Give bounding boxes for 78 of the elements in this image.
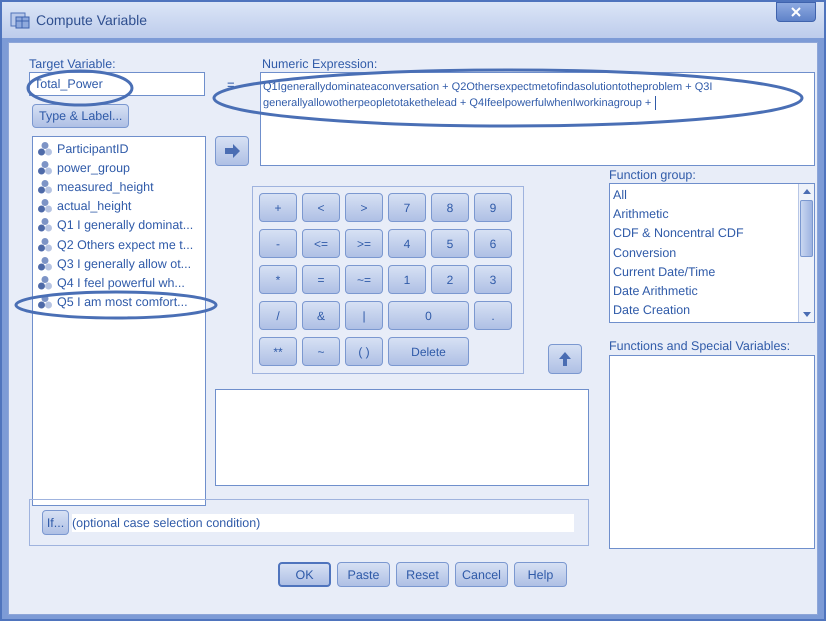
variable-icon xyxy=(37,198,53,214)
keypad-key[interactable]: ( ) xyxy=(345,337,383,366)
equals-sign: = xyxy=(226,76,236,92)
function-group-item[interactable]: CDF & Noncentral CDF xyxy=(613,224,795,244)
variable-item[interactable]: measured_height xyxy=(37,177,201,197)
variable-icon xyxy=(37,274,53,291)
keypad-key[interactable]: 7 xyxy=(388,193,426,222)
variable-item[interactable]: power_group xyxy=(37,158,201,178)
function-group-item[interactable]: Conversion xyxy=(613,244,795,263)
app-icon xyxy=(10,11,30,29)
function-group-item[interactable]: Date Arithmetic xyxy=(613,282,795,302)
target-variable-field[interactable]: Total_Power xyxy=(29,72,205,96)
keypad-key[interactable]: - xyxy=(259,229,297,258)
keypad-key[interactable]: 5 xyxy=(431,229,469,258)
variable-item[interactable]: actual_height xyxy=(37,196,201,216)
keypad-key[interactable]: 6 xyxy=(474,229,512,258)
keypad-key[interactable]: = xyxy=(302,265,340,294)
scroll-down-icon xyxy=(802,312,810,318)
function-group-label: Function group: xyxy=(609,168,697,182)
keypad-key[interactable]: ** xyxy=(259,337,297,366)
if-button[interactable]: If... xyxy=(42,510,69,535)
variable-item[interactable]: Q1 I generally dominat... xyxy=(37,216,201,235)
dialog-button[interactable]: Help xyxy=(514,562,567,587)
keypad-key[interactable]: | xyxy=(345,301,383,330)
keypad-key[interactable]: * xyxy=(259,265,297,294)
function-group-item[interactable]: Date Creation xyxy=(613,301,795,320)
variable-item[interactable]: ParticipantID xyxy=(37,139,201,158)
keypad-key[interactable]: <= xyxy=(302,229,340,258)
target-variable-label: Target Variable: xyxy=(29,57,117,72)
move-right-button[interactable] xyxy=(215,136,249,166)
variable-icon xyxy=(37,256,53,272)
keypad-key[interactable]: + xyxy=(259,193,297,222)
close-button[interactable] xyxy=(776,2,816,22)
variable-item[interactable]: Q4 I feel powerful wh... xyxy=(37,273,201,292)
keypad-key[interactable]: ~ xyxy=(302,337,340,366)
variable-item[interactable]: Q5 I am most comfort... xyxy=(37,292,201,312)
dialog-button[interactable]: Paste xyxy=(337,562,390,587)
keypad-key[interactable]: & xyxy=(302,301,340,330)
function-group-item[interactable]: Arithmetic xyxy=(613,205,795,224)
type-label-button[interactable]: Type & Label... xyxy=(32,104,130,128)
up-arrow-icon xyxy=(558,351,572,367)
case-selection-condition: (optional case selection condition) xyxy=(72,514,574,532)
variable-item[interactable]: Q2 Others expect me t... xyxy=(37,234,201,254)
dialog-button[interactable]: Cancel xyxy=(455,562,508,587)
keypad-key[interactable]: >= xyxy=(345,229,383,258)
scroll-up-icon xyxy=(802,189,810,194)
keypad-key[interactable]: 0 xyxy=(388,301,469,330)
right-arrow-icon xyxy=(224,144,240,158)
keypad-key[interactable]: 3 xyxy=(474,265,512,294)
function-group-item[interactable]: Current Date/Time xyxy=(613,262,795,282)
move-up-button[interactable] xyxy=(548,344,582,374)
numeric-expression-label: Numeric Expression: xyxy=(262,57,378,72)
variable-icon xyxy=(37,178,53,195)
function-group-item[interactable]: All xyxy=(613,186,795,206)
keypad-key[interactable]: 8 xyxy=(431,193,469,222)
variable-icon xyxy=(37,236,53,253)
keypad-key[interactable]: < xyxy=(302,193,340,222)
keypad-key[interactable]: > xyxy=(345,193,383,222)
dialog-button[interactable]: Reset xyxy=(396,562,449,587)
keypad-key[interactable]: 1 xyxy=(388,265,426,294)
dialog-button[interactable]: OK xyxy=(278,562,331,587)
variable-icon xyxy=(37,294,53,310)
close-icon xyxy=(791,7,801,17)
keypad-key[interactable]: Delete xyxy=(388,337,469,366)
keypad-key[interactable]: / xyxy=(259,301,297,330)
variable-item[interactable]: Q3 I generally allow ot... xyxy=(37,254,201,274)
keypad-key[interactable]: . xyxy=(474,301,512,330)
keypad-key[interactable]: 9 xyxy=(474,193,512,222)
variable-icon xyxy=(37,160,53,176)
keypad-key[interactable]: 4 xyxy=(388,229,426,258)
keypad-key[interactable]: ~= xyxy=(345,265,383,294)
variable-icon xyxy=(37,140,53,157)
functions-label: Functions and Special Variables: xyxy=(609,339,792,354)
keypad-key[interactable]: 2 xyxy=(431,265,469,294)
variable-icon xyxy=(37,217,53,234)
expression-field[interactable]: Q1Igenerallydominateaconversation + Q2Othersexpectmetofindasolutiontotheproblem + Q3I generallyallowotherpeopletotakethelead + Q4IfeelpowerfulwhenIworkinagroup + xyxy=(260,72,815,166)
window-title: Compute Variable xyxy=(36,12,148,28)
scrollbar[interactable] xyxy=(798,184,814,322)
